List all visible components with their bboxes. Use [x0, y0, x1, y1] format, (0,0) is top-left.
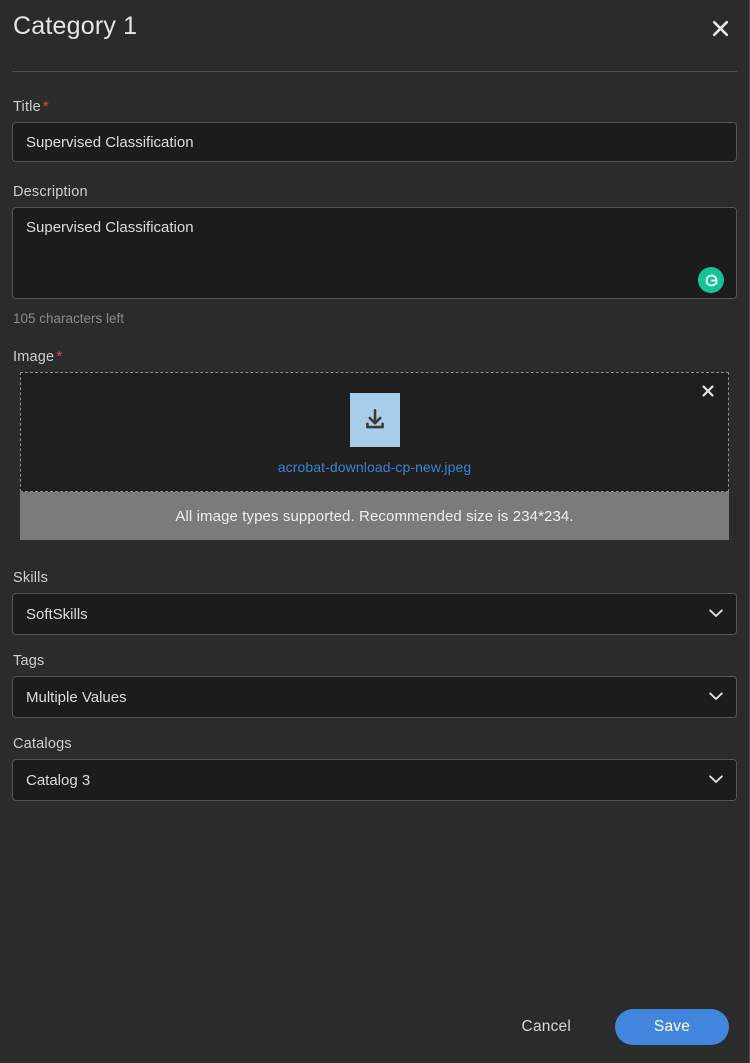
grammarly-icon[interactable] [698, 267, 724, 293]
tags-field-group: Tags Multiple Values [12, 653, 737, 718]
image-hint-bar: All image types supported. Recommended s… [20, 492, 729, 540]
character-counter: 105 characters left [13, 311, 737, 326]
tags-label: Tags [13, 653, 737, 669]
description-textarea[interactable] [12, 207, 737, 299]
skills-select-wrapper: SoftSkills [12, 593, 737, 635]
remove-image-icon[interactable] [698, 381, 718, 401]
dialog-footer: Cancel Save [0, 991, 749, 1063]
catalogs-select-wrapper: Catalog 3 [12, 759, 737, 801]
tags-select[interactable]: Multiple Values [12, 676, 737, 718]
image-hint-text: All image types supported. Recommended s… [175, 508, 573, 525]
required-asterisk: * [56, 348, 62, 365]
image-dropzone[interactable]: acrobat-download-cp-new.jpeg [20, 372, 729, 492]
category-dialog: Category 1 Title* Description [0, 0, 750, 1063]
cancel-button[interactable]: Cancel [508, 1010, 585, 1044]
skills-select[interactable]: SoftSkills [12, 593, 737, 635]
title-input[interactable] [12, 122, 737, 162]
title-field-group: Title* [12, 98, 737, 162]
catalogs-field-group: Catalogs Catalog 3 [12, 736, 737, 801]
image-label: Image* [13, 348, 737, 365]
dialog-header: Category 1 [0, 0, 749, 72]
catalogs-select[interactable]: Catalog 3 [12, 759, 737, 801]
image-field-group: Image* acrobat-download-cp-new.jpeg [12, 348, 737, 540]
uploaded-file-link[interactable]: acrobat-download-cp-new.jpeg [278, 459, 471, 475]
image-label-text: Image [13, 349, 54, 365]
description-textarea-wrapper [12, 207, 737, 304]
save-button[interactable]: Save [615, 1009, 729, 1045]
catalogs-selected-value: Catalog 3 [26, 772, 90, 789]
skills-field-group: Skills SoftSkills [12, 570, 737, 635]
required-asterisk: * [43, 98, 49, 115]
page-title: Category 1 [13, 12, 137, 41]
catalogs-label: Catalogs [13, 736, 737, 752]
tags-select-wrapper: Multiple Values [12, 676, 737, 718]
tags-selected-value: Multiple Values [26, 689, 127, 706]
title-label: Title* [13, 98, 737, 115]
title-label-text: Title [13, 99, 41, 115]
dialog-body: Title* Description 105 characters left [0, 72, 749, 991]
description-label: Description [13, 184, 737, 200]
file-thumbnail [350, 393, 400, 447]
header-divider [12, 71, 737, 72]
skills-selected-value: SoftSkills [26, 606, 88, 623]
download-icon [362, 407, 388, 433]
skills-label: Skills [13, 570, 737, 586]
close-icon[interactable] [705, 13, 735, 43]
description-field-group: Description 105 characters left [12, 184, 737, 326]
